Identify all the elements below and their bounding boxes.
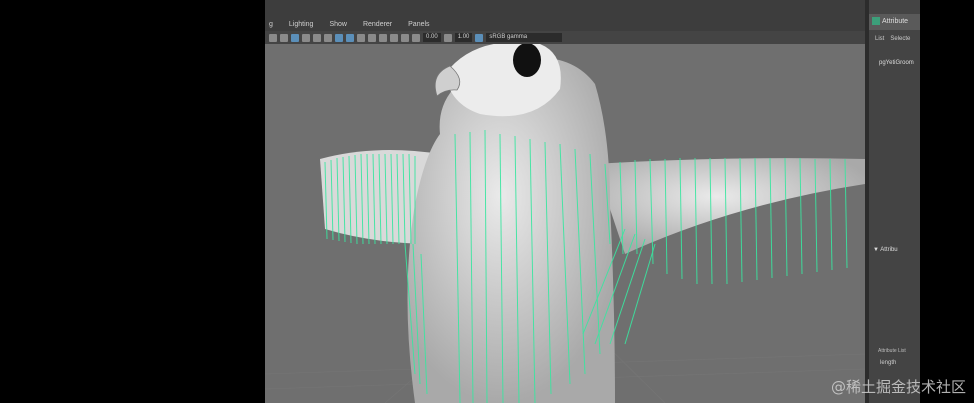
gamma-icon[interactable] xyxy=(443,33,452,42)
left-black-region xyxy=(0,0,265,403)
viewport-toolbar: 0.00 1.00 sRGB gamma xyxy=(265,31,869,44)
grid-icon[interactable] xyxy=(291,33,299,42)
color-management-icon[interactable] xyxy=(475,33,484,42)
right-black-region xyxy=(920,0,974,403)
falcon-eye xyxy=(513,43,541,77)
tab-selected[interactable]: Selecte xyxy=(890,36,910,42)
3d-viewport[interactable] xyxy=(265,42,866,403)
resolution-gate-icon[interactable] xyxy=(313,33,321,42)
attribute-length-item[interactable]: length xyxy=(880,360,896,366)
attribute-list-label: Attribute List xyxy=(878,348,906,354)
viewport-menubar: g Lighting Show Renderer Panels xyxy=(265,17,869,31)
node-name-field[interactable]: pgYetiGroom xyxy=(879,60,914,66)
attribute-editor-panel: Attribute List Selecte pgYetiGroom ▼ Att… xyxy=(869,0,921,403)
safe-area-icon[interactable] xyxy=(324,33,332,42)
menu-item-panels[interactable]: Panels xyxy=(408,21,429,28)
attribute-editor-tabs: List Selecte xyxy=(869,36,927,42)
menu-item-lighting[interactable]: Lighting xyxy=(289,21,314,28)
xray-icon[interactable] xyxy=(401,33,409,42)
attribute-section-header[interactable]: ▼ Attribu xyxy=(873,247,898,253)
textured-icon[interactable] xyxy=(357,33,365,42)
exposure-field[interactable]: 0.00 xyxy=(423,33,441,42)
tab-list[interactable]: List xyxy=(875,36,884,42)
menu-item-renderer[interactable]: Renderer xyxy=(363,21,392,28)
viewport-scene xyxy=(265,42,866,403)
attribute-editor-icon xyxy=(872,17,880,26)
attribute-editor-title-text: Attribute xyxy=(882,18,909,25)
film-gate-icon[interactable] xyxy=(302,33,310,42)
menu-item-show[interactable]: Show xyxy=(329,21,347,28)
watermark: @稀土掘金技术社区 xyxy=(830,378,966,396)
exposure-icon[interactable] xyxy=(412,33,420,42)
wireframe-icon[interactable] xyxy=(335,33,343,42)
isolate-icon[interactable] xyxy=(390,33,398,42)
attribute-editor-title: Attribute xyxy=(869,14,921,30)
camera-icon[interactable] xyxy=(269,33,277,42)
pencil-icon[interactable] xyxy=(280,33,288,42)
menu-item-partial[interactable]: g xyxy=(269,21,273,28)
shadows-icon[interactable] xyxy=(379,33,387,42)
attribute-section-label: Attribu xyxy=(880,247,898,253)
smooth-shade-icon[interactable] xyxy=(346,33,354,42)
colorspace-dropdown[interactable]: sRGB gamma xyxy=(486,33,563,42)
gamma-field[interactable]: 1.00 xyxy=(454,33,473,42)
lights-icon[interactable] xyxy=(368,33,376,42)
